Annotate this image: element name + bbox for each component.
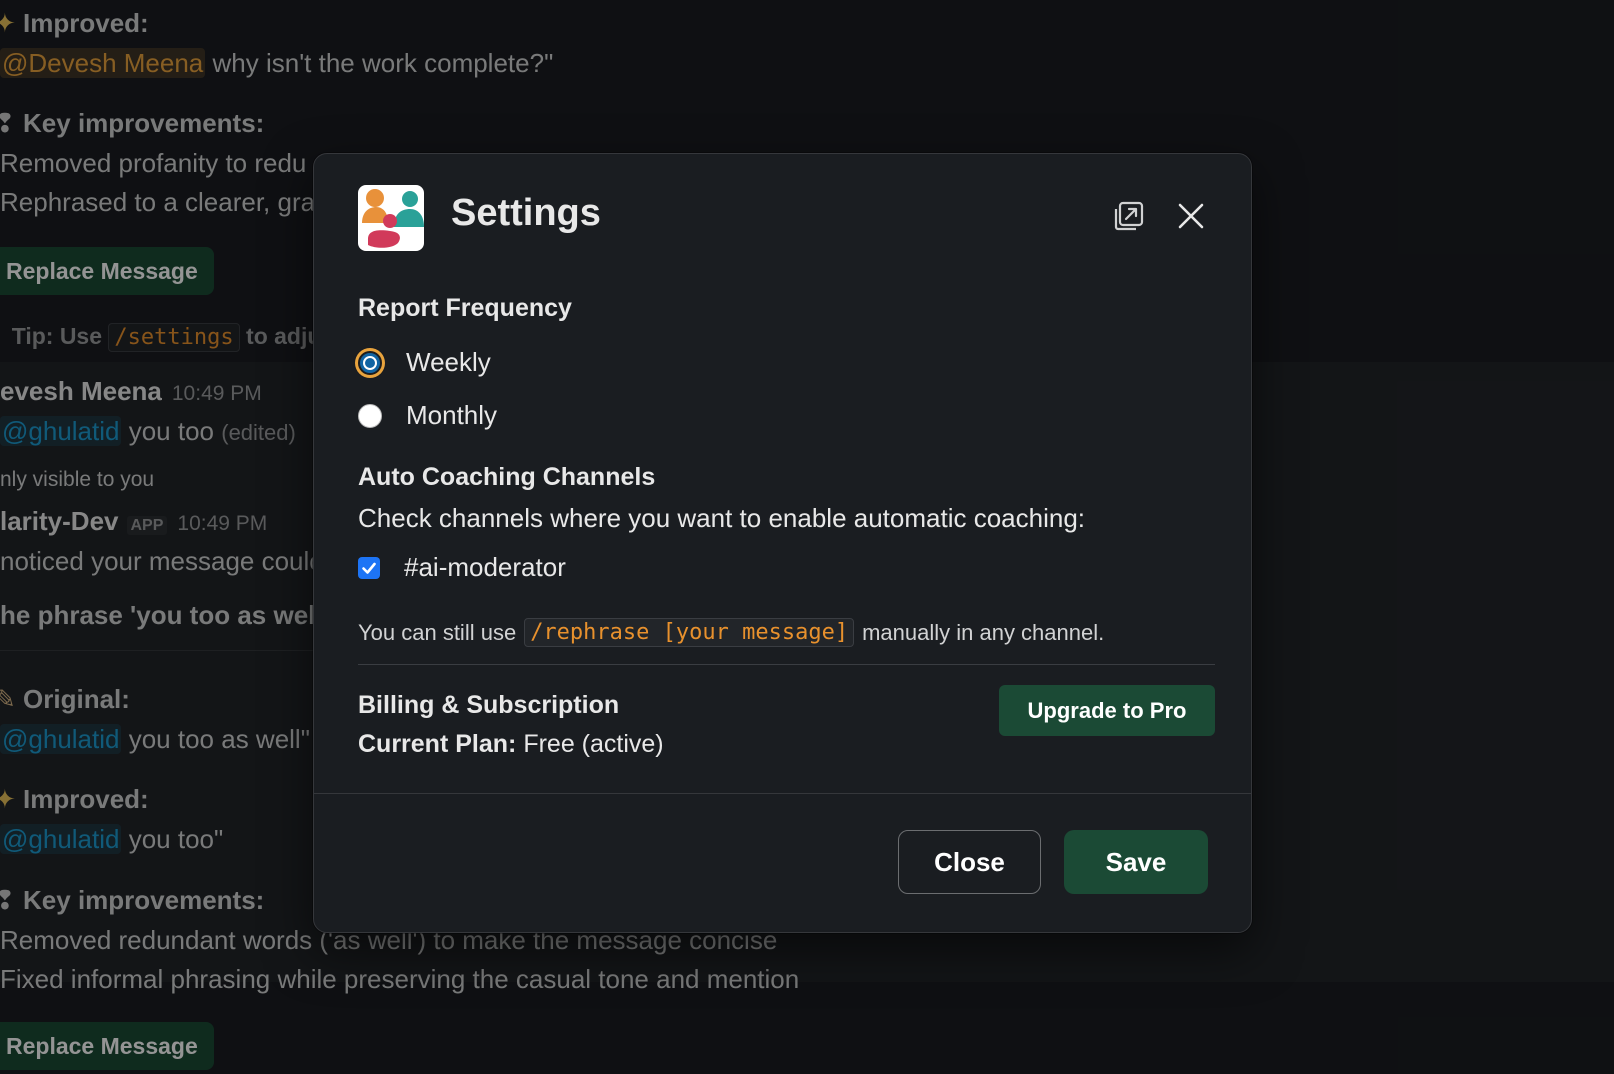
upgrade-to-pro-button[interactable]: Upgrade to Pro (999, 685, 1215, 736)
auto-coaching-description: Check channels where you want to enable … (358, 503, 1085, 533)
rephrase-command-code: /rephrase [your message] (524, 618, 855, 647)
radio-button-selected[interactable] (358, 350, 382, 375)
radio-monthly[interactable]: Monthly (358, 400, 497, 431)
current-plan: Current Plan: Free (active) (358, 730, 664, 758)
auto-coaching-label: Auto Coaching Channels (358, 463, 656, 491)
save-button[interactable]: Save (1064, 830, 1208, 894)
channel-name: #ai-moderator (404, 552, 566, 582)
footer-divider (314, 793, 1251, 794)
report-frequency-label: Report Frequency (358, 294, 572, 322)
rephrase-note: You can still use /rephrase [your messag… (358, 618, 1105, 647)
close-icon[interactable] (1171, 196, 1211, 236)
close-button[interactable]: Close (898, 830, 1041, 894)
modal-title: Settings (451, 192, 601, 234)
billing-label: Billing & Subscription (358, 691, 620, 719)
channel-checkbox-row[interactable]: #ai-moderator (358, 552, 566, 583)
section-divider (358, 664, 1215, 665)
radio-label-weekly: Weekly (406, 347, 491, 377)
radio-label-monthly: Monthly (406, 400, 498, 430)
radio-weekly[interactable]: Weekly (358, 347, 491, 378)
checkbox-checked[interactable] (358, 556, 380, 579)
open-in-new-window-icon[interactable] (1109, 196, 1149, 236)
settings-modal: Settings Report Frequency Weekly Monthly… (313, 153, 1252, 933)
app-logo-icon (358, 185, 424, 251)
radio-button[interactable] (358, 403, 382, 428)
